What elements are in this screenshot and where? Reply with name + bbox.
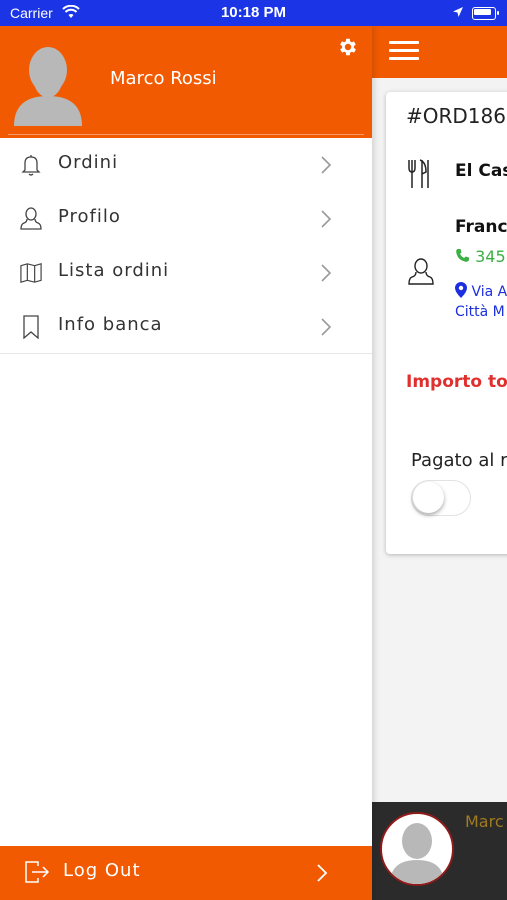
chevron-right-icon [321, 264, 332, 282]
fork-knife-icon [408, 159, 429, 188]
menu-item-lista-ordini[interactable]: Lista ordini [0, 246, 372, 300]
paid-toggle[interactable] [411, 480, 471, 516]
order-detail-screen: #ORD1861 El Cas Franc 345 [372, 26, 507, 900]
chevron-right-icon [321, 318, 332, 336]
menu-label-ordini: Ordini [58, 152, 119, 173]
order-code: #ORD1861 [406, 104, 507, 128]
drawer-menu: Ordini Profilo Lista ordini Info banca [0, 138, 372, 354]
customer-phone[interactable]: 345 [455, 247, 506, 266]
top-bar [372, 26, 507, 78]
phone-number: 345 [475, 247, 506, 266]
menu-divider [0, 353, 372, 354]
chevron-right-icon [321, 156, 332, 174]
location-arrow-icon [453, 7, 463, 17]
address-line-1[interactable]: Via A [455, 282, 507, 300]
logout-button[interactable]: Log Out [0, 846, 372, 900]
menu-label-lista-ordini: Lista ordini [58, 260, 170, 281]
menu-item-profilo[interactable]: Profilo [0, 192, 372, 246]
bell-icon [21, 155, 41, 176]
map-icon [20, 263, 42, 283]
menu-label-info-banca: Info banca [58, 314, 163, 335]
chevron-right-icon [317, 864, 328, 882]
restaurant-name: El Cas [455, 161, 507, 181]
phone-icon [456, 249, 469, 262]
status-time: 10:18 PM [220, 4, 287, 21]
side-drawer: Marco Rossi Ordini Profilo Lista ordini … [0, 26, 372, 900]
address-text-1: Via A [471, 284, 507, 300]
drawer-header: Marco Rossi [0, 26, 372, 138]
bottom-user-name: Marc [465, 812, 504, 831]
menu-item-info-banca[interactable]: Info banca [0, 300, 372, 354]
toggle-knob [413, 482, 444, 513]
logout-icon [25, 861, 50, 883]
drawer-user-name: Marco Rossi [110, 68, 217, 89]
status-bar: Carrier 10:18 PM [0, 0, 507, 26]
address-line-2: Città M [455, 304, 505, 320]
menu-item-ordini[interactable]: Ordini [0, 138, 372, 192]
gear-icon[interactable] [337, 36, 359, 58]
customer-name: Franc [455, 217, 507, 237]
bottom-user-bar: Marc [372, 802, 507, 900]
map-pin-icon [455, 282, 467, 298]
order-card: #ORD1861 El Cas Franc 345 [386, 92, 507, 554]
user-icon [408, 258, 434, 285]
bottom-avatar [380, 812, 454, 886]
menu-label-profilo: Profilo [58, 206, 121, 227]
bookmark-icon [23, 315, 39, 339]
header-divider [8, 134, 364, 135]
hamburger-menu-icon[interactable] [389, 41, 419, 61]
paid-label: Pagato al r [411, 450, 507, 471]
chevron-right-icon [321, 210, 332, 228]
avatar[interactable] [14, 40, 82, 126]
total-amount-label: Importo to [406, 372, 507, 392]
user-icon [20, 207, 42, 230]
battery-icon [472, 7, 499, 20]
logout-label: Log Out [63, 860, 141, 881]
